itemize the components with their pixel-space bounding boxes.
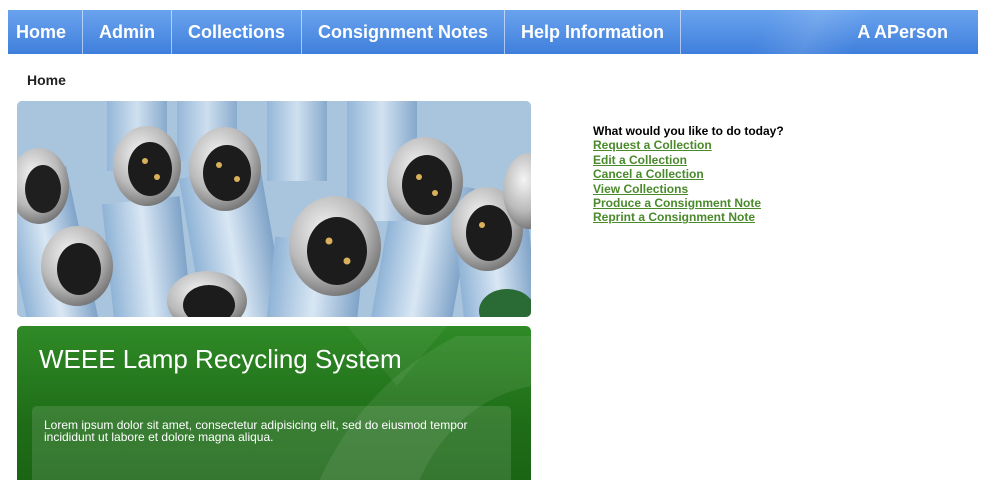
promo-description-box: Lorem ipsum dolor sit amet, consectetur … — [32, 406, 511, 480]
tubes-illustration — [17, 101, 531, 317]
promo-description: Lorem ipsum dolor sit amet, consectetur … — [44, 418, 468, 444]
breadcrumb: Home — [27, 72, 66, 88]
promo-panel: WEEE Lamp Recycling System Lorem ipsum d… — [17, 326, 531, 480]
link-view-collections[interactable]: View Collections — [593, 182, 784, 196]
link-produce-consignment-note[interactable]: Produce a Consignment Note — [593, 196, 784, 210]
top-navigation-bar: Home Admin Collections Consignment Notes… — [8, 10, 978, 54]
promo-title: WEEE Lamp Recycling System — [39, 344, 402, 374]
nav-item-consignment-notes[interactable]: Consignment Notes — [302, 10, 506, 54]
quick-actions-heading: What would you like to do today? — [593, 124, 784, 138]
nav-item-home[interactable]: Home — [8, 10, 84, 54]
link-edit-collection[interactable]: Edit a Collection — [593, 153, 784, 167]
user-name[interactable]: A APerson — [857, 10, 948, 54]
link-reprint-consignment-note[interactable]: Reprint a Consignment Note — [593, 210, 784, 224]
nav-item-admin[interactable]: Admin — [83, 10, 173, 54]
link-request-collection[interactable]: Request a Collection — [593, 138, 784, 152]
nav-item-collections[interactable]: Collections — [172, 10, 303, 54]
link-cancel-collection[interactable]: Cancel a Collection — [593, 167, 784, 181]
nav-item-help-information[interactable]: Help Information — [505, 10, 682, 54]
fluorescent-tubes-photo — [17, 101, 531, 317]
quick-actions: What would you like to do today? Request… — [593, 124, 784, 225]
